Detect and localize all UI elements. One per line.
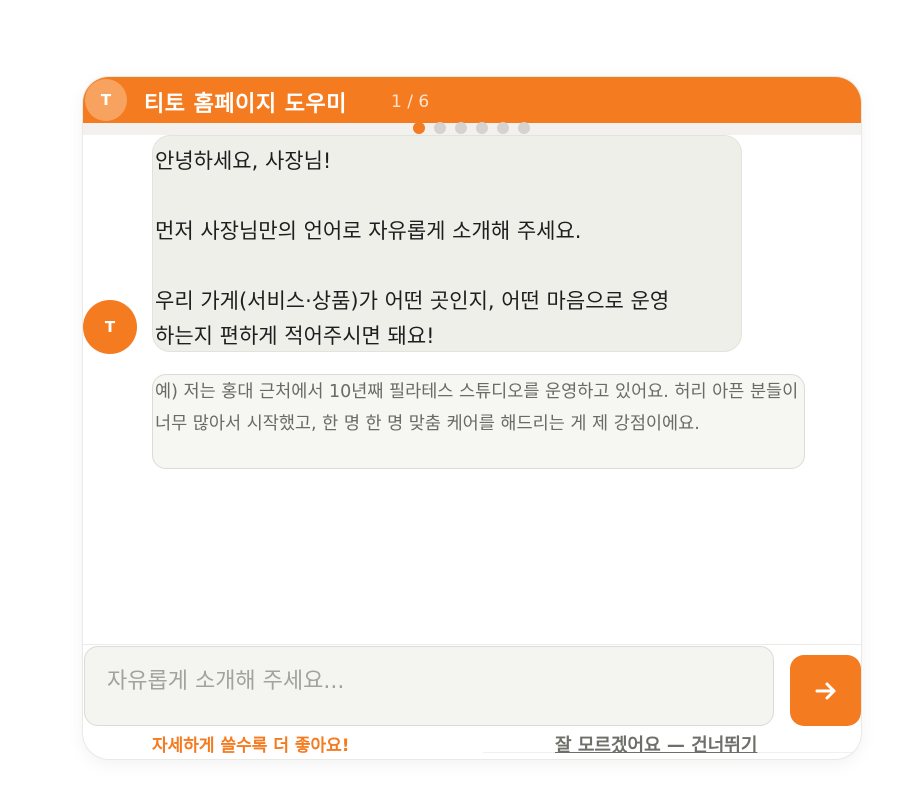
chat-title: 티토 홈페이지 도우미: [144, 92, 347, 117]
bot-avatar: T: [83, 300, 137, 354]
progress-dot: [455, 122, 467, 134]
bot-message-bubble: 안녕하세요, 사장님! 먼저 사장님만의 언어로 자유롭게 소개해 주세요. 우…: [152, 135, 742, 352]
progress-dot: [497, 122, 509, 134]
example-bubble: 예) 저는 홍대 근처에서 10년째 필라테스 스튜디오를 운영하고 있어요. …: [152, 374, 805, 469]
hint-text: 자세하게 쓸수록 더 좋아요!: [152, 736, 350, 756]
progress-dot: [434, 122, 446, 134]
intro-input[interactable]: [84, 646, 774, 726]
progress-dot: [476, 122, 488, 134]
chat-widget: T 티토 홈페이지 도우미 1 / 6 T 안녕하세요, 사장님! 먼저 사장님…: [83, 77, 861, 759]
progress-dot: [518, 122, 530, 134]
skip-link[interactable]: 잘 모르겠어요 — 건너뛰기: [555, 731, 757, 757]
assistant-avatar: T: [85, 79, 127, 121]
send-button[interactable]: [790, 655, 861, 726]
progress-dots: [413, 122, 530, 134]
composer-divider: [83, 644, 861, 645]
chat-header: T 티토 홈페이지 도우미 1 / 6: [83, 77, 861, 123]
progress-dot-active: [413, 122, 425, 134]
arrow-right-icon: [815, 682, 835, 699]
step-indicator: 1 / 6: [391, 92, 430, 112]
